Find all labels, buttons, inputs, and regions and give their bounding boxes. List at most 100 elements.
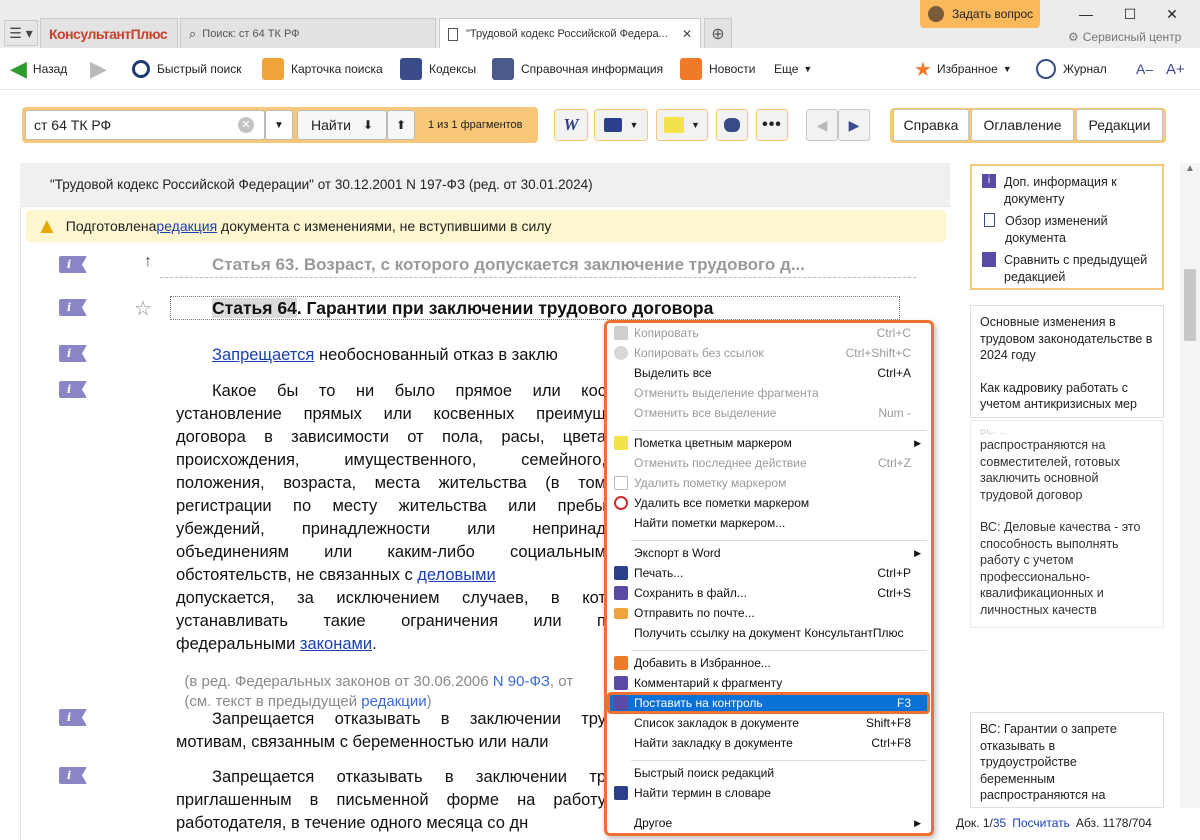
- menu-item-export-word[interactable]: Экспорт в Word ▶: [607, 543, 931, 563]
- search-history-dropdown[interactable]: ▼: [265, 110, 293, 140]
- journal-button[interactable]: Журнал: [1036, 48, 1107, 90]
- more-actions-button[interactable]: •••: [756, 109, 788, 141]
- find-previous-button[interactable]: ⬆: [387, 110, 415, 140]
- search-card-button[interactable]: Карточка поиска: [262, 48, 383, 90]
- menu-item-add-favorites[interactable]: Добавить в Избранное...: [607, 653, 931, 673]
- main-menu-button[interactable]: ☰ ▾: [4, 20, 38, 46]
- magnifier-icon: [132, 60, 150, 78]
- close-icon[interactable]: ✕: [682, 27, 692, 41]
- menu-item-select-all[interactable]: Выделить все Ctrl+A: [607, 363, 931, 383]
- news-label: Новости: [709, 62, 756, 76]
- tab-search[interactable]: ⌕ Поиск: ст 64 ТК РФ: [180, 18, 436, 48]
- menu-item-get-link[interactable]: Получить ссылку на документ КонсультантП…: [607, 623, 931, 643]
- menu-item-copy[interactable]: Копировать Ctrl+C: [607, 323, 931, 343]
- faded-card[interactable]: ВС: ... распространяются на совместителе…: [970, 420, 1164, 628]
- back-button[interactable]: ◀ Назад: [10, 48, 67, 90]
- minimize-button[interactable]: —: [1066, 0, 1106, 28]
- menu-item-find-term[interactable]: Найти термин в словаре: [607, 783, 931, 803]
- amendment-link[interactable]: N 90-ФЗ: [493, 673, 550, 690]
- info-card-item[interactable]: Сравнить с предыдущей редакцией: [982, 252, 1152, 285]
- menu-item-quick-edition-search[interactable]: Быстрый поиск редакций: [607, 763, 931, 783]
- menu-item-copy-no-links[interactable]: Копировать без ссылок Ctrl+Shift+C: [607, 343, 931, 363]
- nav-prev-button[interactable]: ◀: [806, 109, 838, 141]
- clear-icon[interactable]: ✕: [238, 117, 254, 133]
- menu-item-undo[interactable]: Отменить последнее действие Ctrl+Z: [607, 453, 931, 473]
- menu-item-other[interactable]: Другое ▶: [607, 813, 931, 833]
- menu-item-deselect-fragment[interactable]: Отменить выделение фрагмента: [607, 383, 931, 403]
- arrow-up-icon[interactable]: ↑: [144, 253, 152, 271]
- codes-button[interactable]: Кодексы: [400, 48, 476, 90]
- new-tab-button[interactable]: ⊕: [704, 18, 732, 48]
- close-window-button[interactable]: ✕: [1152, 0, 1192, 28]
- arrow-left-icon: ◀: [816, 116, 828, 133]
- tab-contents[interactable]: Оглавление: [971, 109, 1074, 141]
- menu-item-shortcut: Ctrl+A: [877, 366, 911, 380]
- count-link[interactable]: Посчитать: [1012, 816, 1070, 830]
- favorites-button[interactable]: ★ Избранное ▼: [914, 48, 1012, 90]
- menu-item-set-control[interactable]: Поставить на контроль F3: [607, 693, 931, 713]
- p2-line: устанавливать такие ограничения или п: [176, 612, 606, 630]
- tab-logo[interactable]: КонсультантПлюс: [40, 18, 178, 48]
- p2-line: убеждений, принадлежности или непринад: [176, 520, 606, 538]
- find-button[interactable]: Найти ⬇: [297, 110, 387, 140]
- quick-search-button[interactable]: Быстрый поиск: [132, 48, 241, 90]
- p4-line: приглашенным в письменной форме на работ…: [176, 791, 606, 809]
- menu-item-remove-marker[interactable]: Удалить пометку маркером: [607, 473, 931, 493]
- reference-button[interactable]: Справочная информация: [492, 48, 663, 90]
- info-card-item[interactable]: Обзор изменений документа: [982, 213, 1152, 246]
- comment-button[interactable]: [716, 109, 748, 141]
- tab-document[interactable]: "Трудовой кодекс Российской Федера... ✕: [439, 18, 701, 49]
- faded-card-fragment: ВС: ...: [980, 429, 1008, 437]
- print-button[interactable]: ▼: [594, 109, 648, 141]
- news-text: Как кадровику работать с учетом антикриз…: [980, 380, 1137, 412]
- news-text: Основные изменения в трудовом законодате…: [980, 315, 1153, 362]
- scrollbar-track[interactable]: ▲: [1180, 163, 1200, 808]
- prev-article-title[interactable]: Статья 63. Возраст, с которого допускает…: [212, 253, 805, 276]
- menu-item-bookmarks-list[interactable]: Список закладок в документе Shift+F8: [607, 713, 931, 733]
- ask-question-button[interactable]: Задать вопрос: [920, 0, 1040, 28]
- info-card-item[interactable]: i Доп. информация к документу: [982, 174, 1152, 207]
- menu-item-find-bookmark[interactable]: Найти закладку в документе Ctrl+F8: [607, 733, 931, 753]
- service-center-link[interactable]: ⚙ Сервисный центр: [1068, 30, 1181, 44]
- font-increase-button[interactable]: A+: [1166, 48, 1185, 90]
- nav-next-button[interactable]: ▶: [838, 109, 870, 141]
- status-bar: Док. 1/35 Посчитать Абз. 1178/704: [956, 808, 1200, 838]
- menu-item-color-marker[interactable]: Пометка цветным маркером ▶: [607, 433, 931, 453]
- p2-line: происхождения, имущественного, семейного…: [176, 451, 606, 469]
- remove-marker-icon: [614, 476, 628, 490]
- more-button[interactable]: Еще ▼: [774, 48, 812, 90]
- font-decrease-button[interactable]: A–: [1136, 48, 1153, 90]
- warning-edition-link[interactable]: редакция: [156, 218, 217, 234]
- p4-line: работодателя, в течение одного месяца со…: [176, 814, 529, 832]
- scrollbar-thumb[interactable]: [1184, 269, 1196, 341]
- marker-button[interactable]: ▼: [656, 109, 708, 141]
- search-input[interactable]: ст 64 ТК РФ ✕: [25, 110, 265, 140]
- menu-item-find-markers[interactable]: Найти пометки маркером...: [607, 513, 931, 533]
- menu-item-label: Найти пометки маркером...: [634, 516, 786, 530]
- scroll-up-arrow[interactable]: ▲: [1180, 163, 1200, 174]
- divider: [160, 277, 916, 278]
- prohibited-link[interactable]: Запрещается: [212, 346, 314, 364]
- menu-item-save-file[interactable]: Сохранить в файл... Ctrl+S: [607, 583, 931, 603]
- menu-item-comment[interactable]: Комментарий к фрагменту: [607, 673, 931, 693]
- menu-item-print[interactable]: Печать... Ctrl+P: [607, 563, 931, 583]
- forward-button[interactable]: ▶: [90, 48, 107, 90]
- tab-help[interactable]: Справка: [893, 109, 969, 141]
- more-label: Еще: [774, 62, 799, 76]
- menu-item-remove-all-markers[interactable]: Удалить все пометки маркером: [607, 493, 931, 513]
- menu-item-shortcut: Ctrl+P: [877, 566, 911, 580]
- news-card[interactable]: Основные изменения в трудовом законодате…: [970, 305, 1164, 418]
- menu-item-deselect-all[interactable]: Отменить все выделение Num -: [607, 403, 931, 423]
- tab-editions[interactable]: Редакции: [1076, 109, 1163, 141]
- news-button[interactable]: Новости: [680, 48, 755, 90]
- business-link[interactable]: деловыми: [417, 566, 495, 584]
- maximize-button[interactable]: ☐: [1110, 0, 1150, 28]
- star-outline-icon[interactable]: ☆: [134, 296, 152, 321]
- paragraph-3: Запрещается отказывать в заключении тру …: [176, 708, 606, 754]
- laws-link[interactable]: законами: [300, 635, 372, 653]
- export-word-button[interactable]: W: [554, 109, 588, 141]
- comment-icon: [614, 676, 628, 690]
- menu-item-send-mail[interactable]: Отправить по почте...: [607, 603, 931, 623]
- menu-item-shortcut: Num -: [878, 406, 911, 420]
- bottom-card[interactable]: ВС: Гарантии о запрете отказывать в труд…: [970, 712, 1164, 808]
